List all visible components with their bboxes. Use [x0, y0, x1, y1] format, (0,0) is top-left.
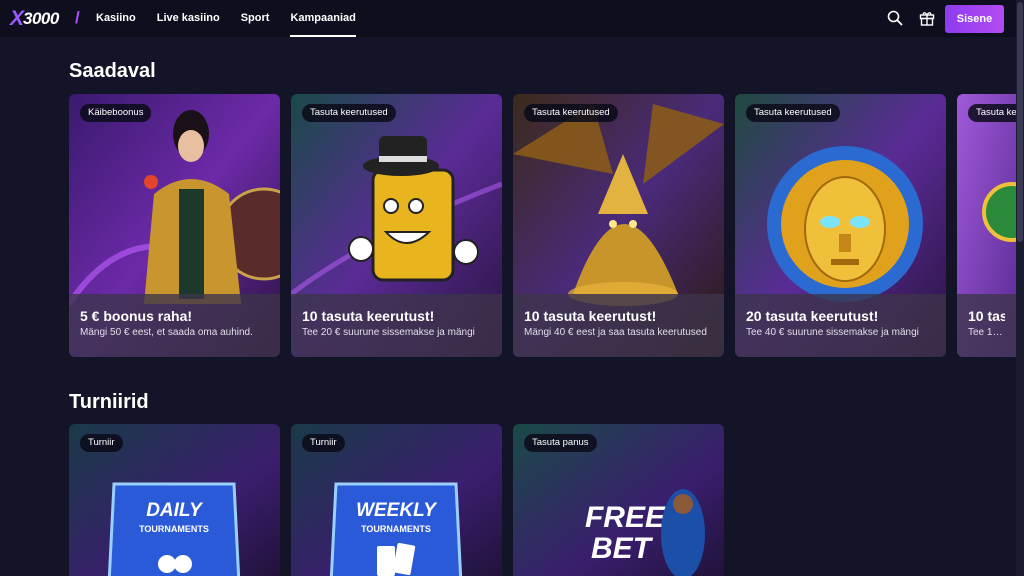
top-navigation-bar: X 3000 / Kasiino Live kasiino Sport Kamp…	[0, 0, 1016, 37]
free-bet-art-line1: FREE	[585, 501, 666, 534]
main-nav: Kasiino Live kasiino Sport Kampaaniad	[96, 0, 377, 37]
tournament-art-title: DAILY	[146, 500, 204, 521]
nav-campaigns[interactable]: Kampaaniad	[290, 0, 357, 37]
gift-icon[interactable]	[918, 9, 936, 27]
promo-caption: 10 tasuta keerutust! Tee 10 € suurune si…	[957, 294, 1016, 357]
page-scrollbar[interactable]	[1016, 0, 1024, 576]
promo-card-free-spins-2[interactable]: Tasuta keerutused 10 tasuta keerutust! M…	[513, 94, 724, 357]
promo-title: 5 € boonus raha!	[80, 308, 193, 324]
scrollbar-thumb[interactable]	[1017, 2, 1023, 242]
nav-casino[interactable]: Kasiino	[96, 0, 136, 37]
free-bet-art-line2: BET	[591, 532, 654, 565]
tournament-art-subtitle: TOURNAMENTS	[361, 524, 431, 534]
promo-badge: Tasuta keerutused	[302, 104, 396, 122]
logo-x: X	[10, 7, 24, 30]
nav-live-casino[interactable]: Live kasiino	[157, 0, 220, 37]
promo-title: 20 tasuta keerutust!	[746, 308, 879, 324]
promo-title: 10 tasuta keerutust!	[968, 308, 1005, 324]
promo-card-free-spins-1[interactable]: Tasuta keerutused 10 tasuta keerutust! T…	[291, 94, 502, 357]
tournament-badge: Turniir	[302, 434, 345, 452]
tournament-card-weekly[interactable]: WEEKLY TOURNAMENTS Turniir	[291, 424, 502, 576]
promo-subtitle: Tee 40 € suurune sissemakse ja mängi	[746, 327, 919, 338]
tournament-art-subtitle: TOURNAMENTS	[139, 524, 209, 534]
promo-caption: 20 tasuta keerutust! Tee 40 € suurune si…	[735, 294, 946, 357]
promo-subtitle: Tee 10 € suurune sissemakse	[968, 327, 1005, 338]
logo-number: 3000	[23, 9, 59, 28]
promo-title: 10 tasuta keerutust!	[524, 308, 657, 324]
nav-sport[interactable]: Sport	[241, 0, 270, 37]
sign-in-button[interactable]: Sisene	[945, 5, 1004, 33]
promo-badge: Käibeboonus	[80, 104, 152, 122]
section-title-available: Saadaval	[69, 60, 156, 82]
promo-caption: 10 tasuta keerutust! Tee 20 € suurune si…	[291, 294, 502, 357]
promo-subtitle: Mängi 50 € eest, et saada oma auhind.	[80, 327, 253, 338]
promo-badge: Tasuta keerutused	[524, 104, 618, 122]
tournament-badge: Turniir	[80, 434, 123, 452]
tournament-card-daily[interactable]: DAILY TOURNAMENTS Turniir	[69, 424, 280, 576]
promo-caption: 5 € boonus raha! Mängi 50 € eest, et saa…	[69, 294, 280, 357]
x3000-logo[interactable]: X 3000	[10, 7, 59, 30]
promo-subtitle: Tee 20 € suurune sissemakse ja mängi	[302, 327, 475, 338]
promo-card-free-spins-4[interactable]: Tasuta keerutused 10 tasuta keerutust! T…	[957, 94, 1016, 357]
promo-badge: Tasuta keerutused	[968, 104, 1016, 122]
logo-divider: /	[75, 8, 80, 27]
promo-title: 10 tasuta keerutust!	[302, 308, 435, 324]
tournament-card-free-bet[interactable]: FREE BET Tasuta panus	[513, 424, 724, 576]
promo-caption: 10 tasuta keerutust! Mängi 40 € eest ja …	[513, 294, 724, 357]
promo-badge: Tasuta keerutused	[746, 104, 840, 122]
section-title-tournaments: Turniirid	[69, 391, 149, 413]
search-icon[interactable]	[886, 9, 904, 27]
promo-subtitle: Mängi 40 € eest ja saa tasuta keerutused	[524, 327, 707, 338]
promo-card-cashback[interactable]: Käibeboonus 5 € boonus raha! Mängi 50 € …	[69, 94, 280, 357]
promo-card-free-spins-3[interactable]: Tasuta keerutused 20 tasuta keerutust! T…	[735, 94, 946, 357]
tournament-art-title: WEEKLY	[356, 500, 438, 521]
tournament-badge: Tasuta panus	[524, 434, 597, 452]
